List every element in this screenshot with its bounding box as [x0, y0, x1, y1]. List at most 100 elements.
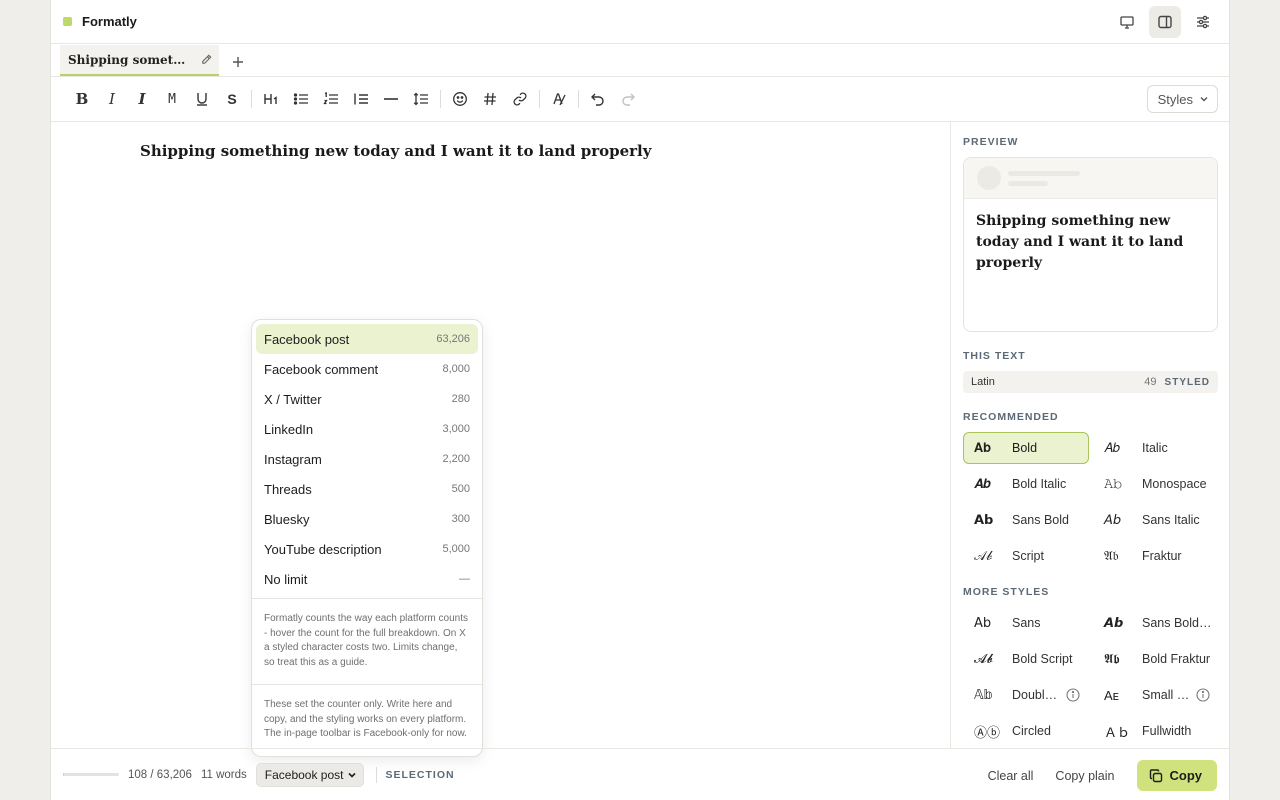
platform-select[interactable]: Facebook post [255, 762, 365, 787]
editor-area[interactable]: Shipping something new today and I want … [51, 122, 950, 748]
platform-select-label: Facebook post [264, 767, 344, 782]
style-sample: 𝖠𝖻 [974, 615, 992, 630]
underline-icon[interactable] [187, 85, 217, 113]
style-sample: 𝔄𝔟 [1104, 548, 1119, 563]
line-spacing-icon[interactable] [406, 85, 436, 113]
italic-icon[interactable]: I [97, 85, 127, 113]
style-fullwidth[interactable]: Ａｂ Fullwidth [1093, 715, 1219, 747]
link-icon[interactable] [505, 85, 535, 113]
tab-bar: Shipping somethin… [51, 44, 1229, 77]
option-label: X / Twitter [264, 391, 322, 407]
clear-format-icon[interactable] [544, 85, 574, 113]
platform-option-no-limit[interactable]: No limit — [256, 564, 478, 594]
italic-serif-icon[interactable]: I [127, 85, 157, 113]
style-bold-fraktur[interactable]: 𝕬𝖇 Bold Fraktur [1093, 643, 1219, 675]
style-script[interactable]: 𝒜𝒷 Script [963, 540, 1089, 572]
brand-logo-icon [63, 17, 72, 26]
monospace-icon[interactable]: M [157, 85, 187, 113]
clear-all-button[interactable]: Clear all [988, 769, 1034, 783]
preview-card-header [964, 158, 1217, 199]
style-sample: Ａｂ [1104, 724, 1131, 740]
style-fraktur[interactable]: 𝔄𝔟 Fraktur [1093, 540, 1219, 572]
emoji-icon[interactable] [445, 85, 475, 113]
pencil-icon[interactable] [200, 53, 213, 66]
toolbar-divider [539, 90, 540, 108]
divider-icon[interactable] [376, 85, 406, 113]
platform-option-instagram[interactable]: Instagram 2,200 [256, 444, 478, 474]
monitor-icon[interactable] [1111, 6, 1143, 38]
style-monospace[interactable]: 𝙰𝚋 Monospace [1093, 468, 1219, 500]
dropdown-note-counter: These set the counter only. Write here a… [264, 699, 467, 739]
option-label: Facebook post [264, 331, 350, 347]
style-circled[interactable]: Ⓐⓑ Circled [963, 715, 1089, 747]
platform-dropdown: Facebook post 63,206 Facebook comment 8,… [251, 319, 483, 757]
character-progress-bar [63, 773, 119, 776]
style-label: Bold Italic [1012, 477, 1067, 491]
recommended-grid: 𝐀𝐛 Bold 𝐴𝑏 Italic 𝑨𝒃 Bold Italic 𝙰𝚋 Mono… [963, 432, 1218, 572]
style-sans-bold[interactable]: 𝗔𝗯 Sans Bold [963, 504, 1089, 536]
sliders-icon[interactable] [1187, 6, 1219, 38]
style-label: Sans Bold… [1142, 616, 1212, 630]
heading-icon[interactable] [256, 85, 286, 113]
script-name: Latin [971, 376, 995, 388]
placeholder-line [1008, 171, 1080, 176]
option-label: YouTube description [264, 541, 382, 557]
style-label: Sans [1012, 616, 1041, 630]
style-label: Doubl… [1012, 688, 1058, 702]
option-count: 500 [451, 483, 470, 495]
tab-document[interactable]: Shipping somethin… [60, 45, 219, 76]
style-bold[interactable]: 𝐀𝐛 Bold [963, 432, 1089, 464]
platform-option-bluesky[interactable]: Bluesky 300 [256, 504, 478, 534]
numbered-list-icon[interactable] [316, 85, 346, 113]
option-count: 300 [451, 513, 470, 525]
style-sample: 𝓐𝓫 [974, 651, 994, 666]
app-name: Formatly [82, 14, 137, 29]
more-styles-label: MORE STYLES [963, 586, 1050, 598]
platform-option-linkedin[interactable]: LinkedIn 3,000 [256, 414, 478, 444]
style-sample: 𝔸𝕓 [974, 687, 993, 702]
undo-icon[interactable] [583, 85, 613, 113]
plus-icon[interactable] [231, 55, 245, 69]
quote-icon[interactable] [346, 85, 376, 113]
style-double-struck[interactable]: 𝔸𝕓 Doubl… [963, 679, 1089, 711]
style-sans[interactable]: 𝖠𝖻 Sans [963, 607, 1089, 639]
editor-text[interactable]: Shipping something new today and I want … [140, 142, 651, 160]
style-small-caps[interactable]: Aᴇ Small … [1093, 679, 1219, 711]
info-icon[interactable] [1066, 688, 1080, 702]
status-bar: 108 / 63,206 11 words Facebook post SELE… [51, 748, 1229, 800]
style-sans-italic[interactable]: 𝘈𝘣 Sans Italic [1093, 504, 1219, 536]
style-bold-italic[interactable]: 𝑨𝒃 Bold Italic [963, 468, 1089, 500]
option-count: 63,206 [436, 333, 470, 345]
style-bold-script[interactable]: 𝓐𝓫 Bold Script [963, 643, 1089, 675]
platform-option-youtube-description[interactable]: YouTube description 5,000 [256, 534, 478, 564]
platform-option-x-twitter[interactable]: X / Twitter 280 [256, 384, 478, 414]
copy-button[interactable]: Copy [1136, 760, 1217, 791]
app-window: Formatly Shipping somethin… B I [50, 0, 1230, 800]
style-italic[interactable]: 𝐴𝑏 Italic [1093, 432, 1219, 464]
strikethrough-icon[interactable]: S [217, 85, 247, 113]
this-text-label: THIS TEXT [963, 350, 1026, 362]
platform-option-facebook-post[interactable]: Facebook post 63,206 [256, 324, 478, 354]
split-panel-icon[interactable] [1149, 6, 1181, 38]
redo-icon[interactable] [613, 85, 643, 113]
option-label: No limit [264, 571, 308, 587]
dropdown-divider [252, 598, 482, 599]
platform-option-threads[interactable]: Threads 500 [256, 474, 478, 504]
info-icon[interactable] [1196, 688, 1210, 702]
bullet-list-icon[interactable] [286, 85, 316, 113]
style-sample: Ⓐⓑ [974, 724, 1001, 740]
style-sample: 𝘼𝙗 [1104, 615, 1124, 630]
style-label: Monospace [1142, 477, 1207, 491]
styles-dropdown[interactable]: Styles [1146, 85, 1218, 113]
styled-badge: STYLED [1164, 376, 1210, 388]
this-text-row: Latin 49 STYLED [963, 371, 1218, 393]
platform-option-facebook-comment[interactable]: Facebook comment 8,000 [256, 354, 478, 384]
bold-icon[interactable]: B [67, 85, 97, 113]
placeholder-line [1008, 181, 1048, 186]
style-label: Fullwidth [1142, 724, 1192, 738]
option-label: Threads [264, 481, 312, 497]
copy-plain-button[interactable]: Copy plain [1055, 769, 1114, 783]
style-label: Sans Italic [1142, 513, 1200, 527]
hashtag-icon[interactable] [475, 85, 505, 113]
style-sans-bold-italic[interactable]: 𝘼𝙗 Sans Bold… [1093, 607, 1219, 639]
